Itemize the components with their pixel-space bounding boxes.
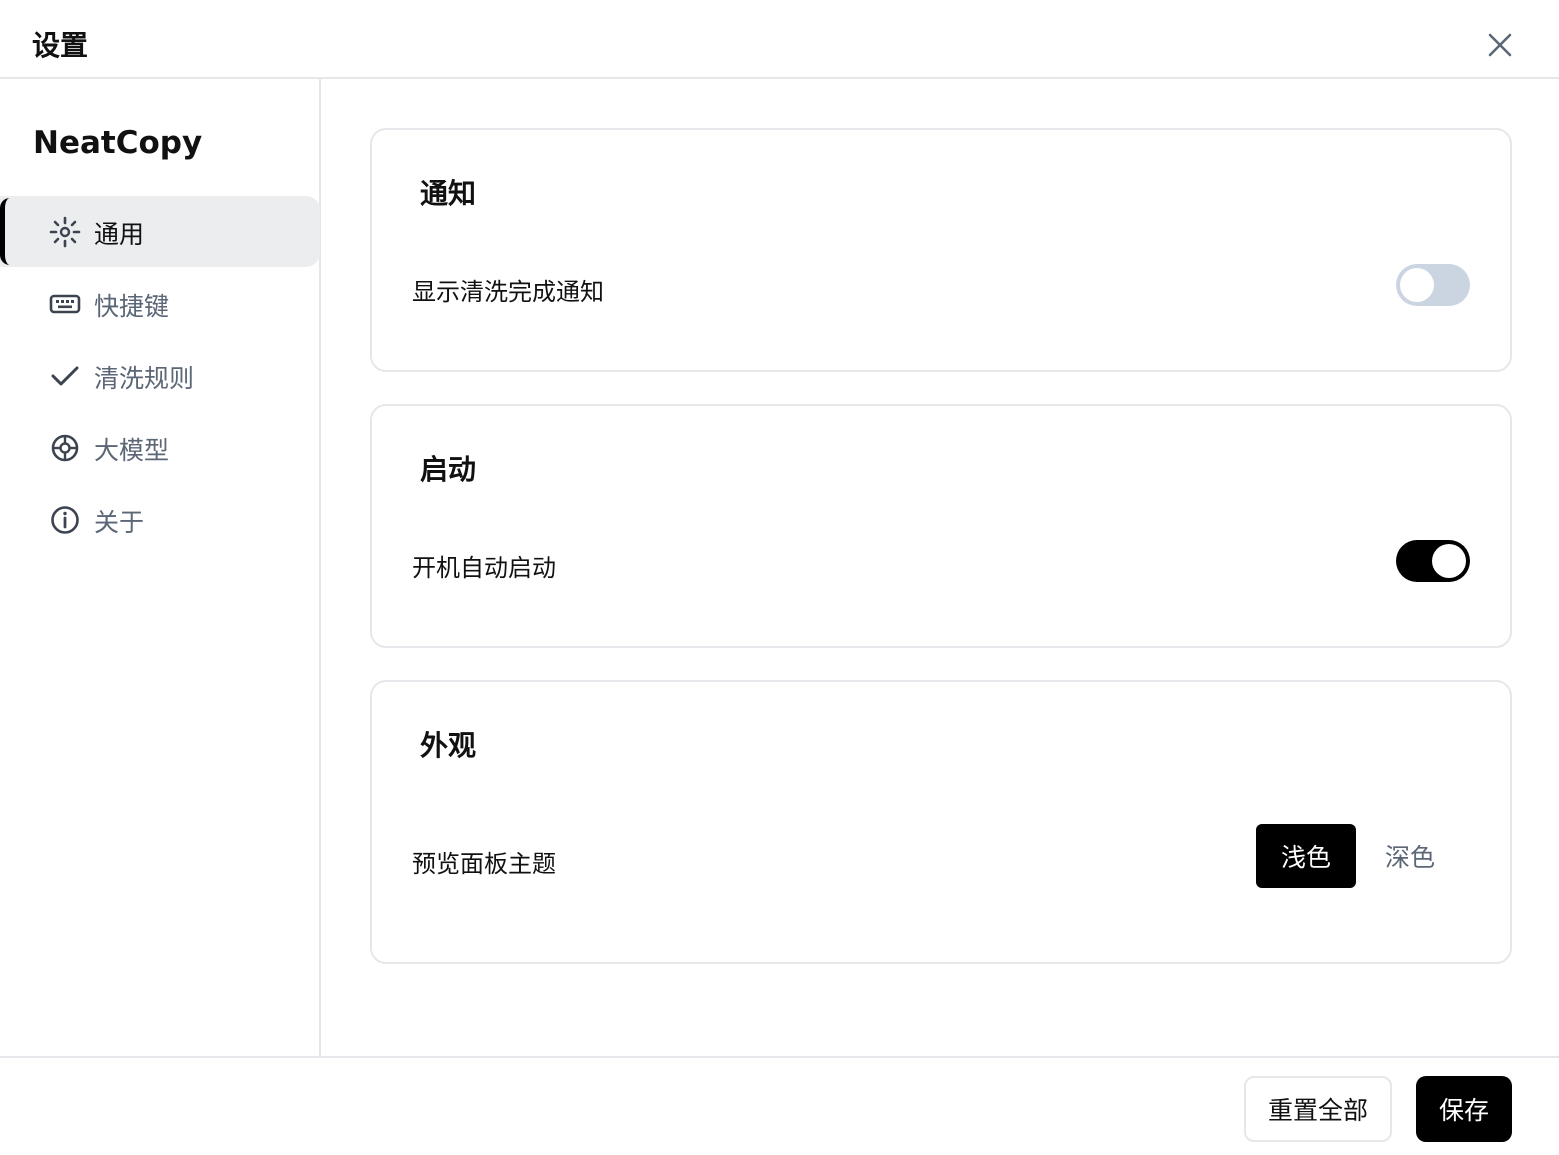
sidebar-item-label: 快捷键 [94,292,170,321]
sidebar-item-about[interactable]: 关于 [0,484,320,555]
keyboard-icon [49,294,81,314]
gear-icon [49,216,81,248]
section-title: 启动 [420,453,477,486]
sidebar-item-llm[interactable]: 大模型 [0,412,320,483]
sidebar-item-general[interactable]: 通用 [0,196,320,267]
reset-all-button[interactable]: 重置全部 [1244,1076,1392,1142]
sidebar-item-label: 清洗规则 [94,364,195,393]
theme-dark-button[interactable]: 深色 [1360,824,1460,888]
section-title: 外观 [420,729,477,762]
sidebar-item-cleaning-rules[interactable]: 清洗规则 [0,340,320,411]
sidebar-item-label: 关于 [94,508,145,537]
footer: 重置全部 保存 [0,1056,1559,1155]
page-title: 设置 [32,29,89,62]
toggle-knob [1400,268,1434,302]
close-icon [1488,33,1512,57]
sidebar: NeatCopy 通用 快捷键 清洗规则 大模型 关于 [0,79,321,1056]
sidebar-item-label: 通用 [94,220,145,249]
close-button[interactable] [1480,25,1520,65]
notification-card: 通知 显示清洗完成通知 [370,128,1512,372]
sidebar-item-shortcuts[interactable]: 快捷键 [0,268,320,339]
settings-window: 设置 NeatCopy 通用 快捷键 清洗规则 大模型 关于 通知 显示清洗完成… [0,0,1559,1155]
startup-card: 启动 开机自动启动 [370,404,1512,648]
toggle-knob [1432,544,1466,578]
auto-start-toggle[interactable] [1396,540,1470,582]
save-button[interactable]: 保存 [1416,1076,1512,1142]
app-brand: NeatCopy [33,125,203,161]
info-icon [51,506,79,534]
appearance-card: 外观 预览面板主题 浅色 深色 [370,680,1512,964]
sidebar-item-label: 大模型 [94,436,170,465]
section-title: 通知 [420,177,477,210]
setting-label: 预览面板主题 [412,850,556,878]
completion-notification-toggle[interactable] [1396,264,1470,306]
setting-label: 显示清洗完成通知 [412,278,604,306]
header: 设置 [0,0,1559,79]
aperture-icon [51,434,79,462]
setting-label: 开机自动启动 [412,554,556,582]
check-icon [51,366,79,386]
theme-light-button[interactable]: 浅色 [1256,824,1356,888]
